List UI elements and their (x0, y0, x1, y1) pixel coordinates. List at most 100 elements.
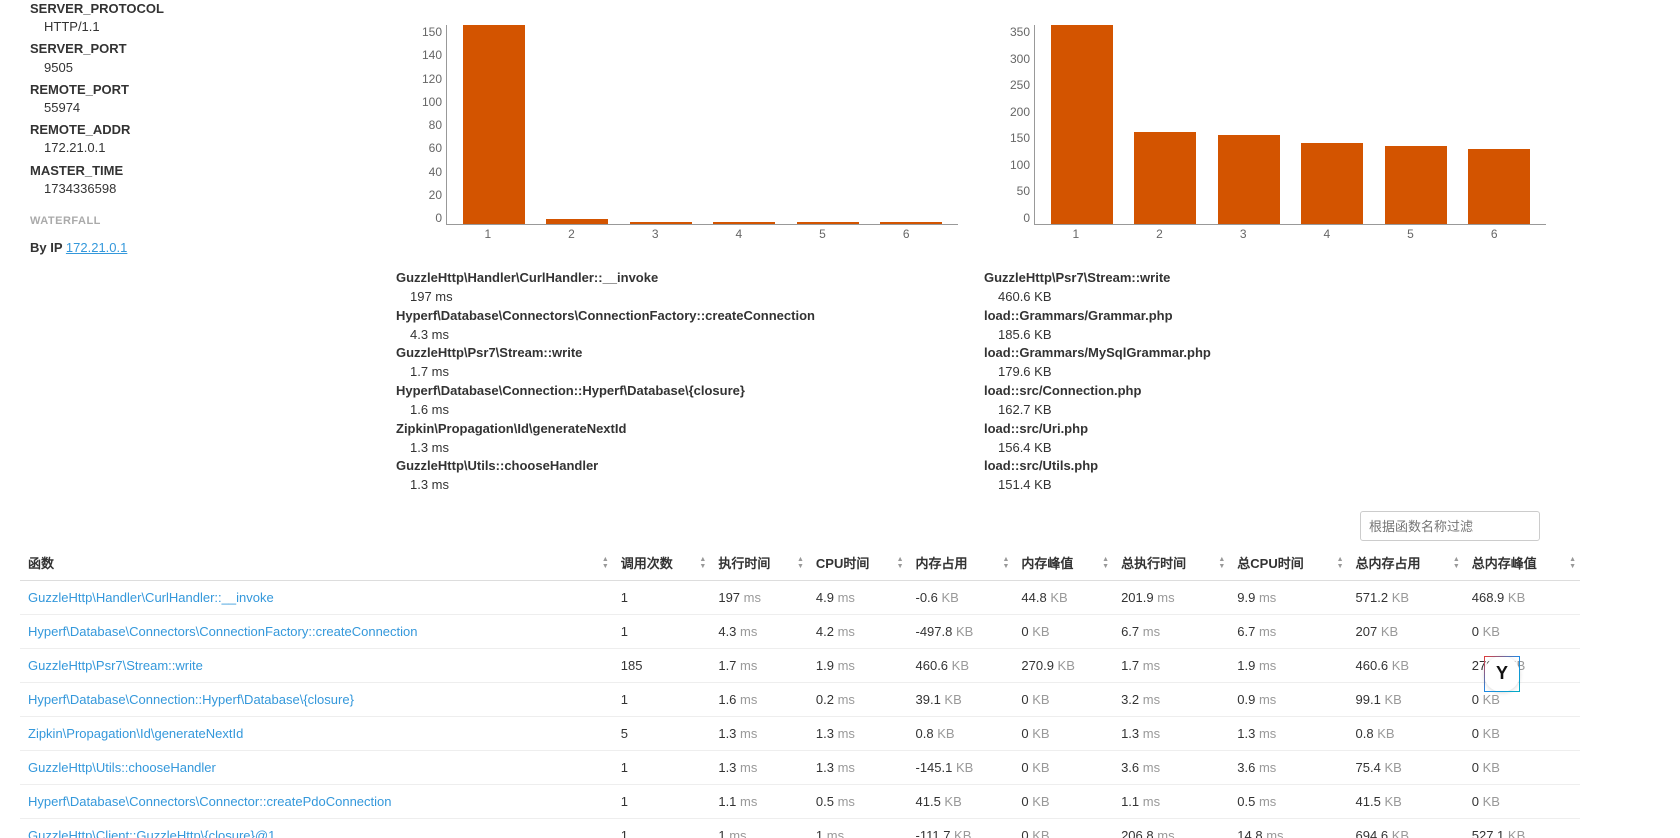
legend-value: 185.6 KB (984, 326, 1546, 345)
y-tick: 0 (435, 211, 442, 225)
table-row: Zipkin\Propagation\Id\generateNextId 5 1.3… (20, 717, 1580, 751)
legend-value: 151.4 KB (984, 476, 1546, 495)
cell-tpmu: 0 KB (1464, 683, 1580, 717)
cell-cpu: 1.9 ms (808, 649, 908, 683)
cell-cpu: 4.9 ms (808, 581, 908, 615)
table-row: GuzzleHttp\Psr7\Stream::write1851.7 ms1.… (20, 649, 1580, 683)
y-tick: 60 (429, 141, 442, 155)
filter-input[interactable] (1360, 511, 1540, 541)
assistant-badge-icon: Y (1496, 663, 1508, 684)
legend-fn: GuzzleHttp\Utils::chooseHandler (396, 457, 958, 476)
fn-link[interactable]: Zipkin\Propagation\Id\generateNextId (28, 726, 243, 741)
legend-value: 1.6 ms (396, 401, 958, 420)
chart-bar[interactable] (1051, 25, 1113, 224)
x-tick: 2 (530, 225, 614, 241)
cell-twt: 206.8 ms (1113, 819, 1229, 838)
column-header[interactable]: 内存占用 (908, 545, 1014, 581)
y-tick: 150 (1010, 131, 1030, 145)
cell-calls: 5 (613, 717, 711, 751)
chart-bar[interactable] (797, 222, 859, 224)
assistant-badge[interactable]: Y (1484, 656, 1520, 692)
column-header[interactable]: 总内存峰值 (1464, 545, 1580, 581)
chart-bar[interactable] (1385, 146, 1447, 224)
chart-bar[interactable] (713, 222, 775, 224)
chart-bar[interactable] (1468, 149, 1530, 224)
cell-cpu: 0.5 ms (808, 785, 908, 819)
cell-cpu: 1.3 ms (808, 717, 908, 751)
sort-icon (1453, 556, 1460, 570)
column-header[interactable]: 调用次数 (613, 545, 711, 581)
y-tick: 120 (422, 72, 442, 86)
y-tick: 150 (422, 25, 442, 39)
legend-value: 460.6 KB (984, 288, 1546, 307)
cell-tpmu: 270.9 KB (1464, 649, 1580, 683)
cell-pmu: 270.9 KB (1013, 649, 1113, 683)
viewport[interactable]: SERVER_PROTOCOLHTTP/1.1SERVER_PORT9505RE… (0, 0, 1680, 838)
column-header[interactable]: 总内存占用 (1348, 545, 1464, 581)
cell-mu: -111.7 KB (908, 819, 1014, 838)
cell-tmu: 694.6 KB (1348, 819, 1464, 838)
cell-cpu: 1 ms (808, 819, 908, 838)
cell-pmu: 0 KB (1013, 785, 1113, 819)
fn-link[interactable]: GuzzleHttp\Utils::chooseHandler (28, 760, 216, 775)
y-tick: 40 (429, 165, 442, 179)
y-tick: 300 (1010, 52, 1030, 66)
cell-tmu: 99.1 KB (1348, 683, 1464, 717)
column-header[interactable]: 执行时间 (710, 545, 808, 581)
y-tick: 350 (1010, 25, 1030, 39)
cell-twt: 6.7 ms (1113, 615, 1229, 649)
functions-table: 函数调用次数执行时间CPU时间内存占用内存峰值总执行时间总CPU时间总内存占用总… (20, 545, 1580, 838)
cell-pmu: 0 KB (1013, 717, 1113, 751)
chart-bar[interactable] (630, 222, 692, 224)
by-ip-link[interactable]: 172.21.0.1 (66, 240, 127, 255)
cell-pmu: 0 KB (1013, 819, 1113, 838)
cell-tmu: 571.2 KB (1348, 581, 1464, 615)
column-header[interactable]: 内存峰值 (1013, 545, 1113, 581)
cell-calls: 1 (613, 785, 711, 819)
chart-bar[interactable] (880, 222, 942, 224)
cell-mu: 41.5 KB (908, 785, 1014, 819)
fn-link[interactable]: Hyperf\Database\Connectors\ConnectionFac… (28, 624, 418, 639)
info-key: SERVER_PROTOCOL (30, 0, 380, 18)
cell-mu: 0.8 KB (908, 717, 1014, 751)
x-tick: 3 (1201, 225, 1285, 241)
x-tick: 1 (446, 225, 530, 241)
cell-wt: 1.6 ms (710, 683, 808, 717)
sort-icon (699, 556, 706, 570)
chart-bar[interactable] (1301, 143, 1363, 224)
legend-fn: load::Grammars/Grammar.php (984, 307, 1546, 326)
by-ip: By IP 172.21.0.1 (30, 239, 380, 257)
fn-link[interactable]: GuzzleHttp\Client::GuzzleHttp\{closure}@… (28, 828, 275, 838)
chart-bar[interactable] (1218, 135, 1280, 224)
cell-calls: 1 (613, 615, 711, 649)
chart-bar[interactable] (546, 219, 608, 224)
info-key: REMOTE_PORT (30, 81, 380, 99)
column-header[interactable]: CPU时间 (808, 545, 908, 581)
column-header[interactable]: 函数 (20, 545, 613, 581)
cell-tcpu: 3.6 ms (1229, 751, 1347, 785)
cell-tcpu: 0.9 ms (1229, 683, 1347, 717)
cell-twt: 201.9 ms (1113, 581, 1229, 615)
fn-link[interactable]: Hyperf\Database\Connectors\Connector::cr… (28, 794, 392, 809)
y-tick: 250 (1010, 78, 1030, 92)
y-tick: 140 (422, 48, 442, 62)
cell-mu: -497.8 KB (908, 615, 1014, 649)
cell-tcpu: 1.9 ms (1229, 649, 1347, 683)
fn-link[interactable]: GuzzleHttp\Psr7\Stream::write (28, 658, 203, 673)
x-tick: 4 (697, 225, 781, 241)
fn-link[interactable]: Hyperf\Database\Connection::Hyperf\Datab… (28, 692, 354, 707)
chart-bar[interactable] (1134, 132, 1196, 224)
column-header[interactable]: 总执行时间 (1113, 545, 1229, 581)
cell-mu: 39.1 KB (908, 683, 1014, 717)
legend-fn: Hyperf\Database\Connection::Hyperf\Datab… (396, 382, 958, 401)
chart-bar[interactable] (463, 25, 525, 224)
cell-pmu: 0 KB (1013, 683, 1113, 717)
sort-icon (1218, 556, 1225, 570)
info-value: 55974 (30, 99, 380, 117)
cell-tpmu: 468.9 KB (1464, 581, 1580, 615)
legend-value: 1.3 ms (396, 476, 958, 495)
section-label-waterfall: Waterfall (30, 214, 380, 229)
column-header[interactable]: 总CPU时间 (1229, 545, 1347, 581)
fn-link[interactable]: GuzzleHttp\Handler\CurlHandler::__invoke (28, 590, 274, 605)
legend-value: 162.7 KB (984, 401, 1546, 420)
